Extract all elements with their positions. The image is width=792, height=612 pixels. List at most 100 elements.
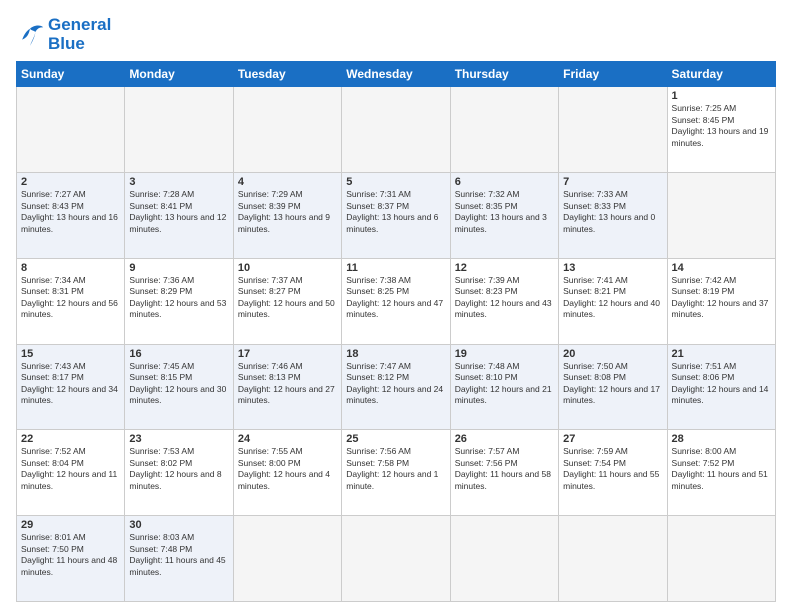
col-header-tuesday: Tuesday — [233, 62, 341, 87]
col-header-saturday: Saturday — [667, 62, 775, 87]
day-number: 14 — [672, 262, 771, 274]
calendar-cell: 21Sunrise: 7:51 AMSunset: 8:06 PMDayligh… — [667, 344, 775, 430]
calendar-cell: 10Sunrise: 7:37 AMSunset: 8:27 PMDayligh… — [233, 258, 341, 344]
day-info: Sunrise: 7:57 AMSunset: 7:56 PMDaylight:… — [455, 446, 554, 492]
calendar-cell — [667, 516, 775, 602]
day-number: 30 — [129, 519, 228, 531]
calendar-cell: 2Sunrise: 7:27 AMSunset: 8:43 PMDaylight… — [17, 173, 125, 259]
logo: General Blue — [16, 16, 111, 53]
calendar-cell — [559, 87, 667, 173]
day-info: Sunrise: 7:27 AMSunset: 8:43 PMDaylight:… — [21, 189, 120, 235]
calendar-cell: 7Sunrise: 7:33 AMSunset: 8:33 PMDaylight… — [559, 173, 667, 259]
day-info: Sunrise: 7:45 AMSunset: 8:15 PMDaylight:… — [129, 361, 228, 407]
calendar-cell: 29Sunrise: 8:01 AMSunset: 7:50 PMDayligh… — [17, 516, 125, 602]
calendar-cell — [342, 87, 450, 173]
day-info: Sunrise: 7:37 AMSunset: 8:27 PMDaylight:… — [238, 275, 337, 321]
calendar-cell — [450, 516, 558, 602]
day-info: Sunrise: 7:29 AMSunset: 8:39 PMDaylight:… — [238, 189, 337, 235]
calendar-cell: 30Sunrise: 8:03 AMSunset: 7:48 PMDayligh… — [125, 516, 233, 602]
day-number: 13 — [563, 262, 662, 274]
day-number: 11 — [346, 262, 445, 274]
calendar-cell: 19Sunrise: 7:48 AMSunset: 8:10 PMDayligh… — [450, 344, 558, 430]
day-number: 24 — [238, 433, 337, 445]
day-number: 12 — [455, 262, 554, 274]
day-number: 25 — [346, 433, 445, 445]
day-info: Sunrise: 7:46 AMSunset: 8:13 PMDaylight:… — [238, 361, 337, 407]
day-number: 19 — [455, 348, 554, 360]
day-info: Sunrise: 7:52 AMSunset: 8:04 PMDaylight:… — [21, 446, 120, 492]
calendar-cell: 14Sunrise: 7:42 AMSunset: 8:19 PMDayligh… — [667, 258, 775, 344]
day-number: 23 — [129, 433, 228, 445]
calendar-cell — [667, 173, 775, 259]
day-info: Sunrise: 7:42 AMSunset: 8:19 PMDaylight:… — [672, 275, 771, 321]
calendar-cell: 6Sunrise: 7:32 AMSunset: 8:35 PMDaylight… — [450, 173, 558, 259]
day-number: 27 — [563, 433, 662, 445]
day-info: Sunrise: 7:36 AMSunset: 8:29 PMDaylight:… — [129, 275, 228, 321]
day-number: 7 — [563, 176, 662, 188]
calendar-cell: 16Sunrise: 7:45 AMSunset: 8:15 PMDayligh… — [125, 344, 233, 430]
logo-icon — [16, 24, 44, 46]
calendar-cell: 26Sunrise: 7:57 AMSunset: 7:56 PMDayligh… — [450, 430, 558, 516]
calendar-cell — [342, 516, 450, 602]
day-info: Sunrise: 7:48 AMSunset: 8:10 PMDaylight:… — [455, 361, 554, 407]
day-number: 20 — [563, 348, 662, 360]
calendar-cell: 28Sunrise: 8:00 AMSunset: 7:52 PMDayligh… — [667, 430, 775, 516]
calendar-cell: 18Sunrise: 7:47 AMSunset: 8:12 PMDayligh… — [342, 344, 450, 430]
day-info: Sunrise: 7:32 AMSunset: 8:35 PMDaylight:… — [455, 189, 554, 235]
day-info: Sunrise: 8:01 AMSunset: 7:50 PMDaylight:… — [21, 532, 120, 578]
calendar-cell: 9Sunrise: 7:36 AMSunset: 8:29 PMDaylight… — [125, 258, 233, 344]
day-info: Sunrise: 7:31 AMSunset: 8:37 PMDaylight:… — [346, 189, 445, 235]
calendar-cell: 12Sunrise: 7:39 AMSunset: 8:23 PMDayligh… — [450, 258, 558, 344]
calendar-cell: 15Sunrise: 7:43 AMSunset: 8:17 PMDayligh… — [17, 344, 125, 430]
day-info: Sunrise: 7:28 AMSunset: 8:41 PMDaylight:… — [129, 189, 228, 235]
col-header-monday: Monday — [125, 62, 233, 87]
calendar-table: SundayMondayTuesdayWednesdayThursdayFrid… — [16, 61, 776, 602]
day-info: Sunrise: 7:59 AMSunset: 7:54 PMDaylight:… — [563, 446, 662, 492]
day-info: Sunrise: 8:00 AMSunset: 7:52 PMDaylight:… — [672, 446, 771, 492]
day-number: 15 — [21, 348, 120, 360]
calendar-cell — [233, 87, 341, 173]
col-header-thursday: Thursday — [450, 62, 558, 87]
day-number: 6 — [455, 176, 554, 188]
day-number: 5 — [346, 176, 445, 188]
col-header-sunday: Sunday — [17, 62, 125, 87]
day-number: 1 — [672, 90, 771, 102]
calendar-cell: 13Sunrise: 7:41 AMSunset: 8:21 PMDayligh… — [559, 258, 667, 344]
calendar-cell: 25Sunrise: 7:56 AMSunset: 7:58 PMDayligh… — [342, 430, 450, 516]
day-info: Sunrise: 7:47 AMSunset: 8:12 PMDaylight:… — [346, 361, 445, 407]
day-info: Sunrise: 7:38 AMSunset: 8:25 PMDaylight:… — [346, 275, 445, 321]
day-info: Sunrise: 7:50 AMSunset: 8:08 PMDaylight:… — [563, 361, 662, 407]
day-info: Sunrise: 7:43 AMSunset: 8:17 PMDaylight:… — [21, 361, 120, 407]
day-info: Sunrise: 7:39 AMSunset: 8:23 PMDaylight:… — [455, 275, 554, 321]
calendar-cell — [233, 516, 341, 602]
day-number: 4 — [238, 176, 337, 188]
day-number: 22 — [21, 433, 120, 445]
col-header-wednesday: Wednesday — [342, 62, 450, 87]
day-number: 8 — [21, 262, 120, 274]
calendar-cell — [450, 87, 558, 173]
calendar-cell: 11Sunrise: 7:38 AMSunset: 8:25 PMDayligh… — [342, 258, 450, 344]
calendar-cell — [17, 87, 125, 173]
calendar-cell: 5Sunrise: 7:31 AMSunset: 8:37 PMDaylight… — [342, 173, 450, 259]
day-info: Sunrise: 7:55 AMSunset: 8:00 PMDaylight:… — [238, 446, 337, 492]
calendar-cell — [125, 87, 233, 173]
day-number: 26 — [455, 433, 554, 445]
calendar-cell: 20Sunrise: 7:50 AMSunset: 8:08 PMDayligh… — [559, 344, 667, 430]
day-info: Sunrise: 7:33 AMSunset: 8:33 PMDaylight:… — [563, 189, 662, 235]
day-info: Sunrise: 7:25 AMSunset: 8:45 PMDaylight:… — [672, 103, 771, 149]
day-info: Sunrise: 7:56 AMSunset: 7:58 PMDaylight:… — [346, 446, 445, 492]
page: General Blue SundayMondayTuesdayWednesda… — [0, 0, 792, 612]
calendar-cell: 27Sunrise: 7:59 AMSunset: 7:54 PMDayligh… — [559, 430, 667, 516]
calendar-cell: 3Sunrise: 7:28 AMSunset: 8:41 PMDaylight… — [125, 173, 233, 259]
day-number: 17 — [238, 348, 337, 360]
calendar-cell — [559, 516, 667, 602]
header: General Blue — [16, 16, 776, 53]
day-info: Sunrise: 7:51 AMSunset: 8:06 PMDaylight:… — [672, 361, 771, 407]
day-number: 21 — [672, 348, 771, 360]
col-header-friday: Friday — [559, 62, 667, 87]
day-number: 18 — [346, 348, 445, 360]
day-number: 10 — [238, 262, 337, 274]
day-number: 16 — [129, 348, 228, 360]
day-number: 29 — [21, 519, 120, 531]
calendar-cell: 8Sunrise: 7:34 AMSunset: 8:31 PMDaylight… — [17, 258, 125, 344]
